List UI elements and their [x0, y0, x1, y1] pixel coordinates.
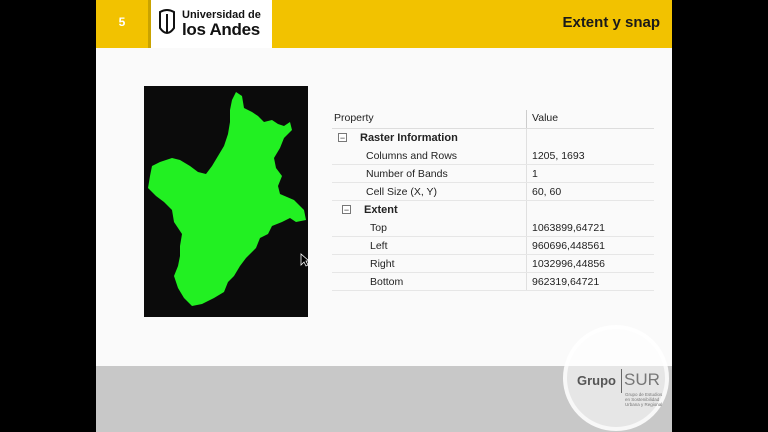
- property-key: Left: [370, 240, 388, 252]
- collapse-extent-toggle[interactable]: −: [342, 205, 351, 215]
- property-key: Bottom: [370, 276, 404, 288]
- property-value: 960696,448561: [532, 240, 605, 252]
- property-value: 1032996,44856: [532, 258, 605, 270]
- university-logo: Universidad de los Andes: [148, 0, 272, 48]
- extent-label: Extent: [364, 204, 398, 216]
- presentation-slide: 5 Universidad de los Andes Extent y snap…: [96, 0, 672, 432]
- property-column-header[interactable]: Property: [334, 112, 374, 124]
- table-row: Number of Bands 1: [332, 165, 654, 183]
- table-row: Top 1063899,64721: [332, 219, 654, 237]
- property-key: Right: [370, 258, 395, 270]
- property-value: 60, 60: [532, 186, 562, 198]
- page-number: 5: [118, 15, 126, 29]
- collapse-raster-information-toggle[interactable]: −: [338, 133, 347, 143]
- table-row: Columns and Rows 1205, 1693: [332, 147, 654, 165]
- property-key: Columns and Rows: [366, 150, 458, 162]
- watermark-left-text: Grupo: [577, 373, 616, 388]
- logo-mark-icon: [159, 9, 175, 34]
- logo-divider: [148, 0, 151, 48]
- grupo-sur-watermark: Grupo SUR Grupo de Estudios en Sostenibi…: [563, 325, 669, 431]
- value-column-header[interactable]: Value: [532, 112, 558, 124]
- watermark-divider: [621, 369, 622, 393]
- properties-table: Property Value − Raster Information Colu…: [332, 108, 654, 291]
- table-row: Left 960696,448561: [332, 237, 654, 255]
- raster-map-image: [144, 86, 308, 317]
- table-row: Bottom 962319,64721: [332, 273, 654, 291]
- mouse-pointer-icon: [300, 253, 310, 267]
- raster-information-group: − Raster Information: [332, 129, 654, 147]
- slide-header: 5 Universidad de los Andes Extent y snap: [96, 0, 672, 48]
- property-value: 1205, 1693: [532, 150, 585, 162]
- properties-header-row: Property Value: [332, 108, 654, 129]
- watermark-subtitle: Grupo de Estudios en Sostenibilidad Urba…: [625, 392, 663, 407]
- property-value: 962319,64721: [532, 276, 600, 288]
- property-value: 1063899,64721: [532, 222, 605, 234]
- table-row: Cell Size (X, Y) 60, 60: [332, 183, 654, 201]
- raster-information-label: Raster Information: [360, 132, 458, 144]
- property-value: 1: [532, 168, 538, 180]
- property-key: Number of Bands: [366, 168, 448, 180]
- property-key: Cell Size (X, Y): [366, 186, 437, 198]
- extent-group: − Extent: [332, 201, 654, 219]
- watermark-right-text: SUR: [624, 370, 660, 389]
- slide-title: Extent y snap: [562, 14, 660, 31]
- raster-shape: [148, 92, 306, 306]
- raster-region: [148, 92, 306, 306]
- property-key: Top: [370, 222, 387, 234]
- logo-text-line2: los Andes: [182, 20, 260, 39]
- table-row: Right 1032996,44856: [332, 255, 654, 273]
